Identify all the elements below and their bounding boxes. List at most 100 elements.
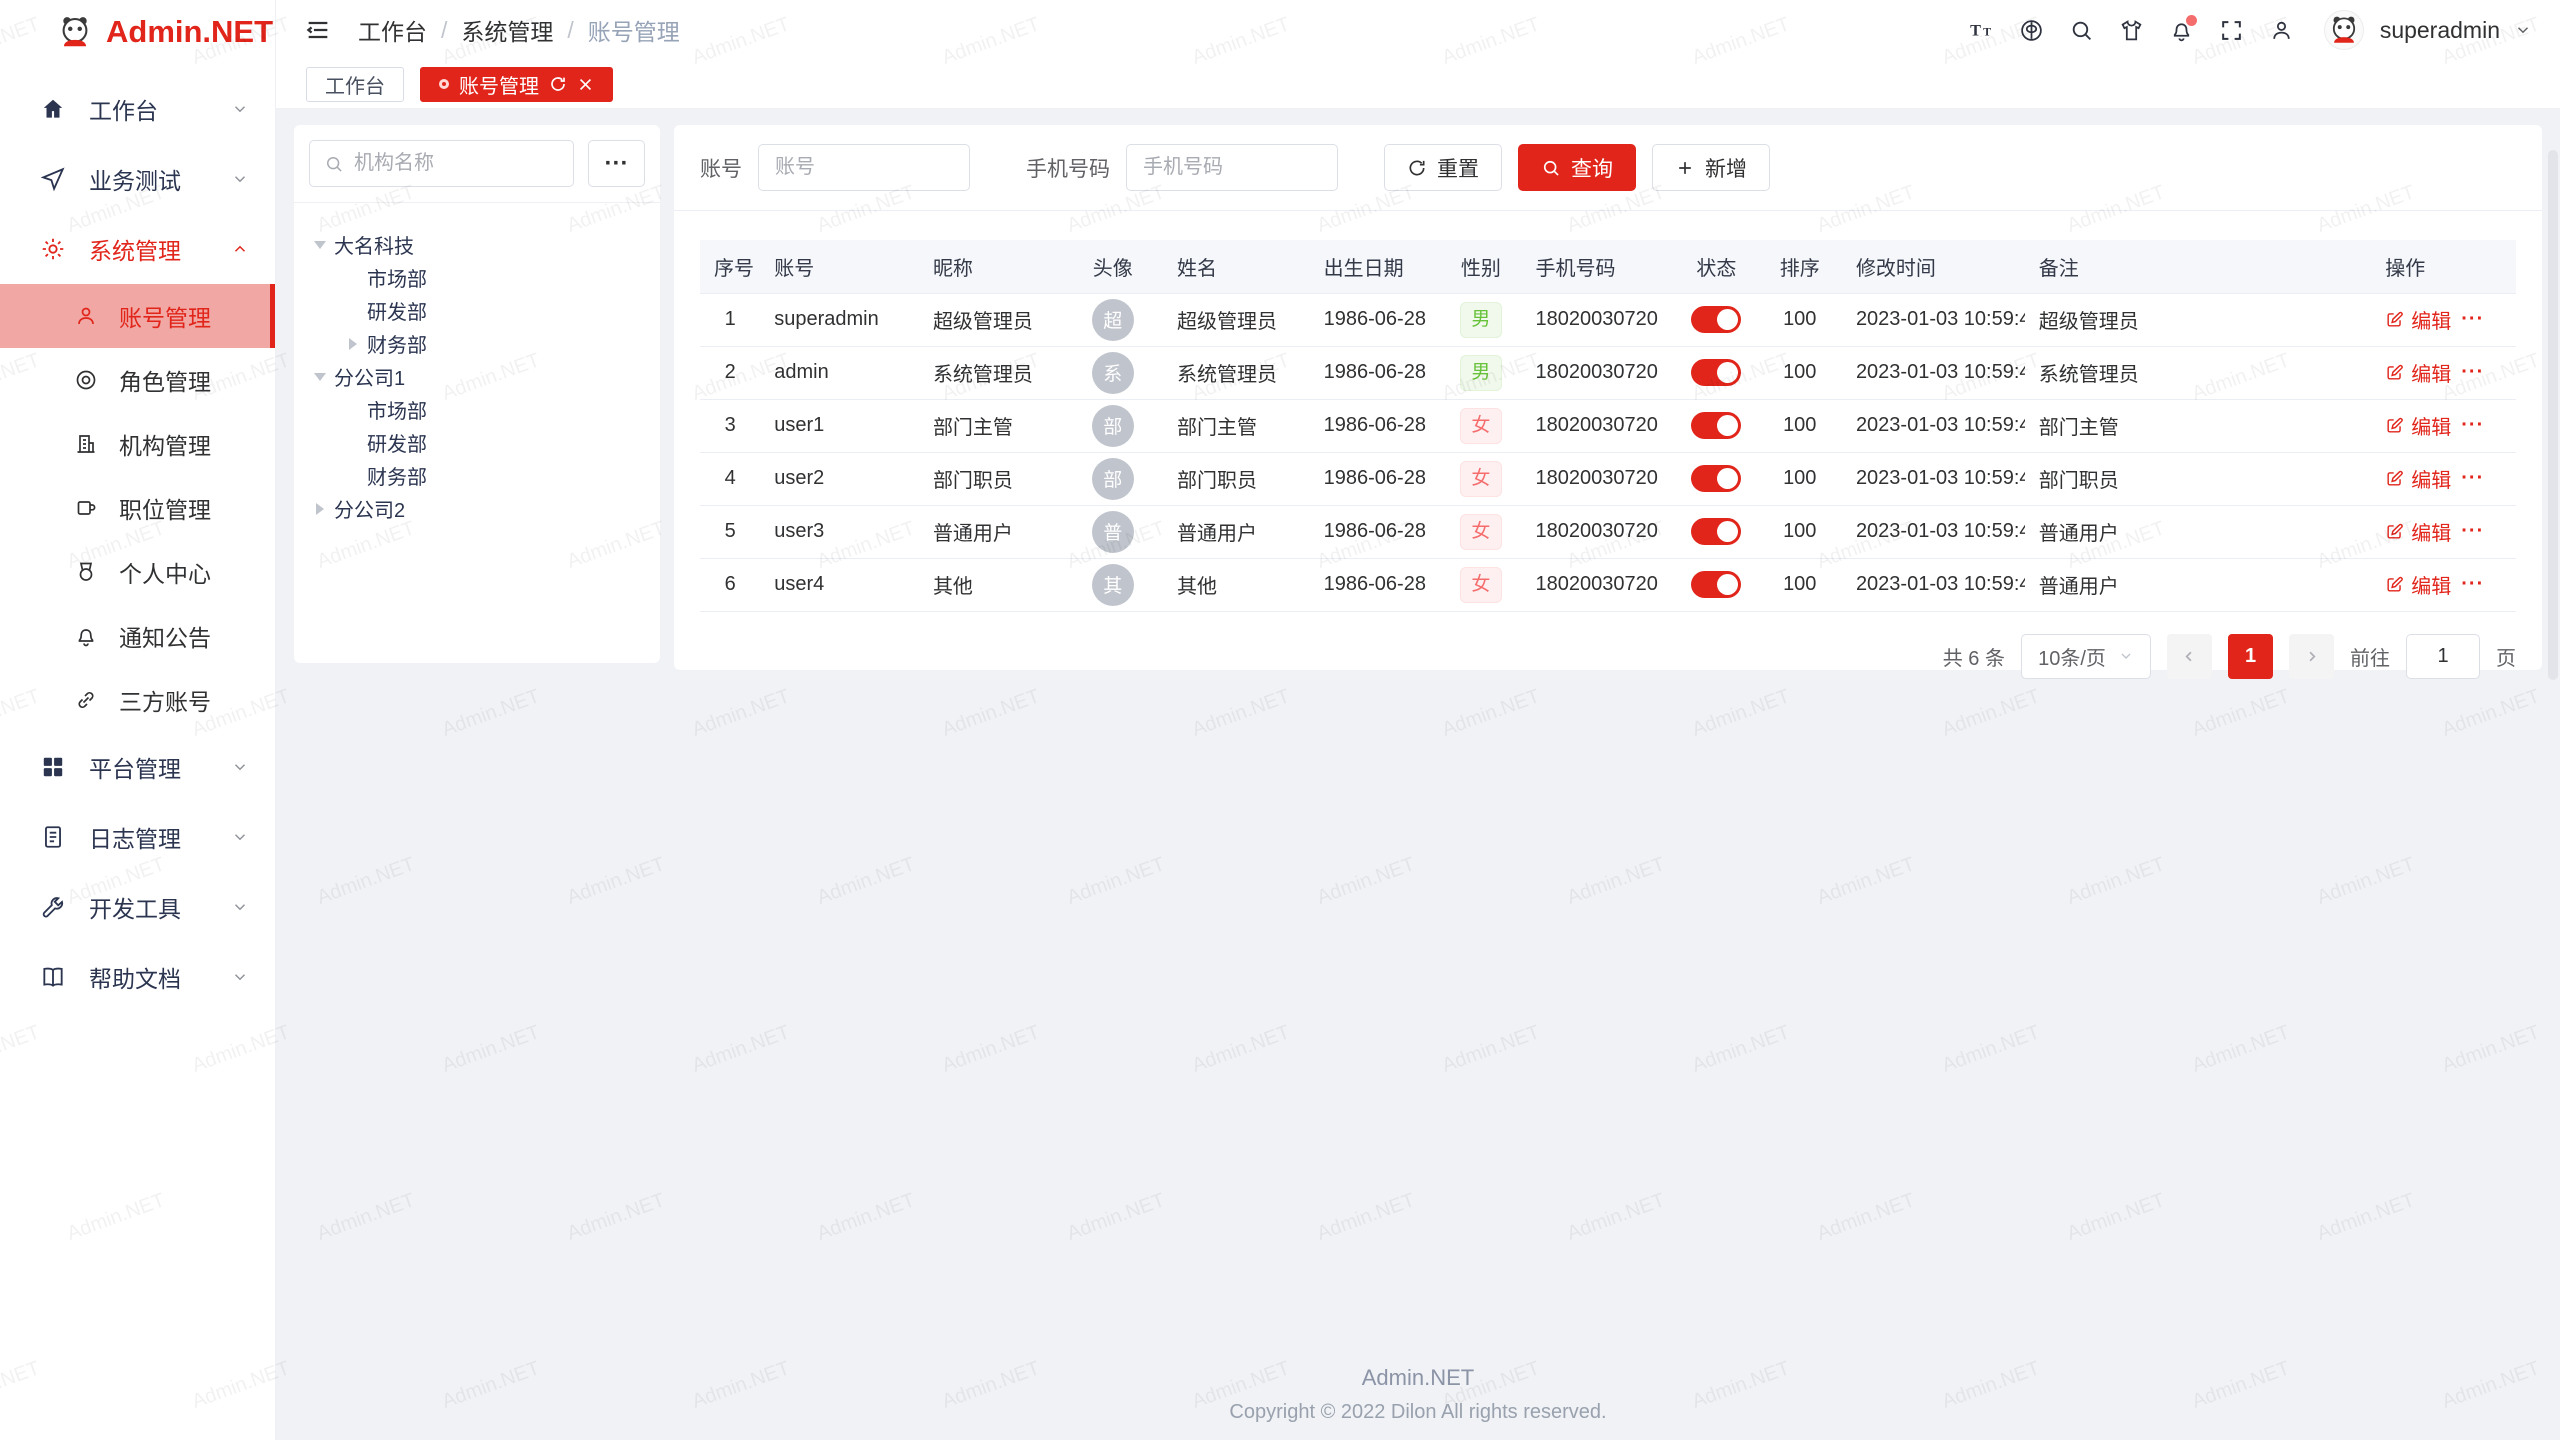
send-icon <box>40 166 67 193</box>
refresh-icon[interactable] <box>549 75 567 93</box>
sidebar-item-label: 账号管理 <box>119 299 211 333</box>
account-input[interactable] <box>758 144 970 191</box>
edit-button[interactable]: 编辑 <box>2385 570 2451 599</box>
sidebar-item-workbench[interactable]: 工作台 <box>0 74 275 144</box>
edit-button[interactable]: 编辑 <box>2385 464 2451 493</box>
font-size-icon[interactable]: TT <box>1960 9 2004 51</box>
notification-bell-icon[interactable] <box>2160 9 2204 51</box>
next-page-button[interactable] <box>2289 634 2334 679</box>
more-actions-button[interactable]: ··· <box>2461 467 2484 490</box>
tree-node-label: 财务部 <box>367 461 427 490</box>
sidebar-item-account-management[interactable]: 账号管理 <box>0 284 275 348</box>
gear-icon <box>40 236 67 263</box>
add-button[interactable]: 新增 <box>1652 144 1770 191</box>
more-actions-button[interactable]: ··· <box>2461 308 2484 331</box>
tree-node-company[interactable]: 分公司1 <box>306 360 648 393</box>
collapse-sidebar-icon[interactable] <box>304 16 332 44</box>
current-page-button[interactable]: 1 <box>2228 634 2273 679</box>
svg-text:T: T <box>1970 21 1981 39</box>
status-toggle[interactable] <box>1691 412 1741 439</box>
footer: Admin.NET Copyright © 2022 Dilon All rig… <box>276 1365 2560 1424</box>
chevron-down-icon <box>231 758 249 776</box>
tree-node-company[interactable]: 大名科技 <box>306 228 648 261</box>
status-toggle[interactable] <box>1691 465 1741 492</box>
fullscreen-icon[interactable] <box>2210 9 2254 51</box>
sidebar-item-notice[interactable]: 通知公告 <box>0 604 275 668</box>
sidebar-item-platform-management[interactable]: 平台管理 <box>0 732 275 802</box>
org-name-input[interactable] <box>354 152 559 175</box>
tree-node-dept[interactable]: 研发部 <box>306 426 648 459</box>
sidebar-item-label: 业务测试 <box>89 162 181 196</box>
search-icon <box>324 154 344 174</box>
caret-right-icon[interactable] <box>339 338 367 350</box>
caret-down-icon[interactable] <box>306 373 334 381</box>
page-unit-label: 页 <box>2496 642 2516 671</box>
sidebar-item-position-management[interactable]: 职位管理 <box>0 476 275 540</box>
scrollbar-thumb[interactable] <box>2548 150 2558 680</box>
search-icon[interactable] <box>2060 9 2104 51</box>
status-toggle[interactable] <box>1691 571 1741 598</box>
logo-panda-icon <box>56 13 94 51</box>
sidebar-item-third-party-account[interactable]: 三方账号 <box>0 668 275 732</box>
query-button[interactable]: 查询 <box>1518 144 1636 191</box>
breadcrumb-item[interactable]: 系统管理 <box>461 13 553 47</box>
logo[interactable]: Admin.NET <box>0 0 275 64</box>
more-actions-button[interactable]: ··· <box>2461 520 2484 543</box>
edit-button[interactable]: 编辑 <box>2385 411 2451 440</box>
status-toggle[interactable] <box>1691 306 1741 333</box>
link-icon <box>74 688 99 713</box>
phone-input[interactable] <box>1126 144 1338 191</box>
chevron-down-icon[interactable] <box>2514 21 2532 39</box>
avatar: 超 <box>1092 299 1134 341</box>
theme-shirt-icon[interactable] <box>2110 9 2154 51</box>
sidebar-menu: 工作台 业务测试 系统管理 <box>0 64 275 1012</box>
home-icon <box>40 96 67 123</box>
account-icon[interactable] <box>2260 9 2304 51</box>
prev-page-button[interactable] <box>2167 634 2212 679</box>
sidebar-item-label: 系统管理 <box>89 232 181 266</box>
tree-node-dept[interactable]: 财务部 <box>306 327 648 360</box>
tab-workbench[interactable]: 工作台 <box>306 67 404 102</box>
caret-down-icon[interactable] <box>306 241 334 249</box>
sidebar-item-dev-tools[interactable]: 开发工具 <box>0 872 275 942</box>
tree-node-dept[interactable]: 财务部 <box>306 459 648 492</box>
caret-right-icon[interactable] <box>306 503 334 515</box>
top-header: 工作台 / 系统管理 / 账号管理 TT <box>276 0 2560 60</box>
org-search-box[interactable] <box>309 140 574 187</box>
sidebar-item-help-docs[interactable]: 帮助文档 <box>0 942 275 1012</box>
org-more-button[interactable]: ··· <box>588 140 645 187</box>
sidebar-item-role-management[interactable]: 角色管理 <box>0 348 275 412</box>
avatar[interactable] <box>2324 10 2364 50</box>
breadcrumb-item[interactable]: 工作台 <box>358 13 427 47</box>
reset-button[interactable]: 重置 <box>1384 144 1502 191</box>
sidebar-item-label: 平台管理 <box>89 750 181 784</box>
edit-button[interactable]: 编辑 <box>2385 517 2451 546</box>
sex-badge: 男 <box>1460 302 1502 338</box>
col-header: 出生日期 <box>1310 240 1441 293</box>
sidebar-item-org-management[interactable]: 机构管理 <box>0 412 275 476</box>
page-size-select[interactable]: 10条/页 <box>2021 634 2151 679</box>
status-toggle[interactable] <box>1691 359 1741 386</box>
sidebar-item-personal-center[interactable]: 个人中心 <box>0 540 275 604</box>
tree-node-dept[interactable]: 研发部 <box>306 294 648 327</box>
tab-account-management[interactable]: 账号管理 <box>420 67 613 102</box>
sidebar-item-business-test[interactable]: 业务测试 <box>0 144 275 214</box>
tree-node-company[interactable]: 分公司2 <box>306 492 648 525</box>
tree-node-dept[interactable]: 市场部 <box>306 393 648 426</box>
status-toggle[interactable] <box>1691 518 1741 545</box>
edit-button[interactable]: 编辑 <box>2385 358 2451 387</box>
sidebar-item-system-management[interactable]: 系统管理 <box>0 214 275 284</box>
language-icon[interactable] <box>2010 9 2054 51</box>
more-actions-button[interactable]: ··· <box>2461 361 2484 384</box>
goto-page-input[interactable] <box>2406 634 2480 679</box>
edit-button[interactable]: 编辑 <box>2385 305 2451 334</box>
document-icon <box>40 824 67 851</box>
sidebar-item-log-management[interactable]: 日志管理 <box>0 802 275 872</box>
more-actions-button[interactable]: ··· <box>2461 573 2484 596</box>
close-icon[interactable] <box>577 76 594 93</box>
more-actions-button[interactable]: ··· <box>2461 414 2484 437</box>
col-header: 修改时间 <box>1842 240 2025 293</box>
username[interactable]: superadmin <box>2380 17 2500 44</box>
medal-icon <box>74 560 99 585</box>
tree-node-dept[interactable]: 市场部 <box>306 261 648 294</box>
